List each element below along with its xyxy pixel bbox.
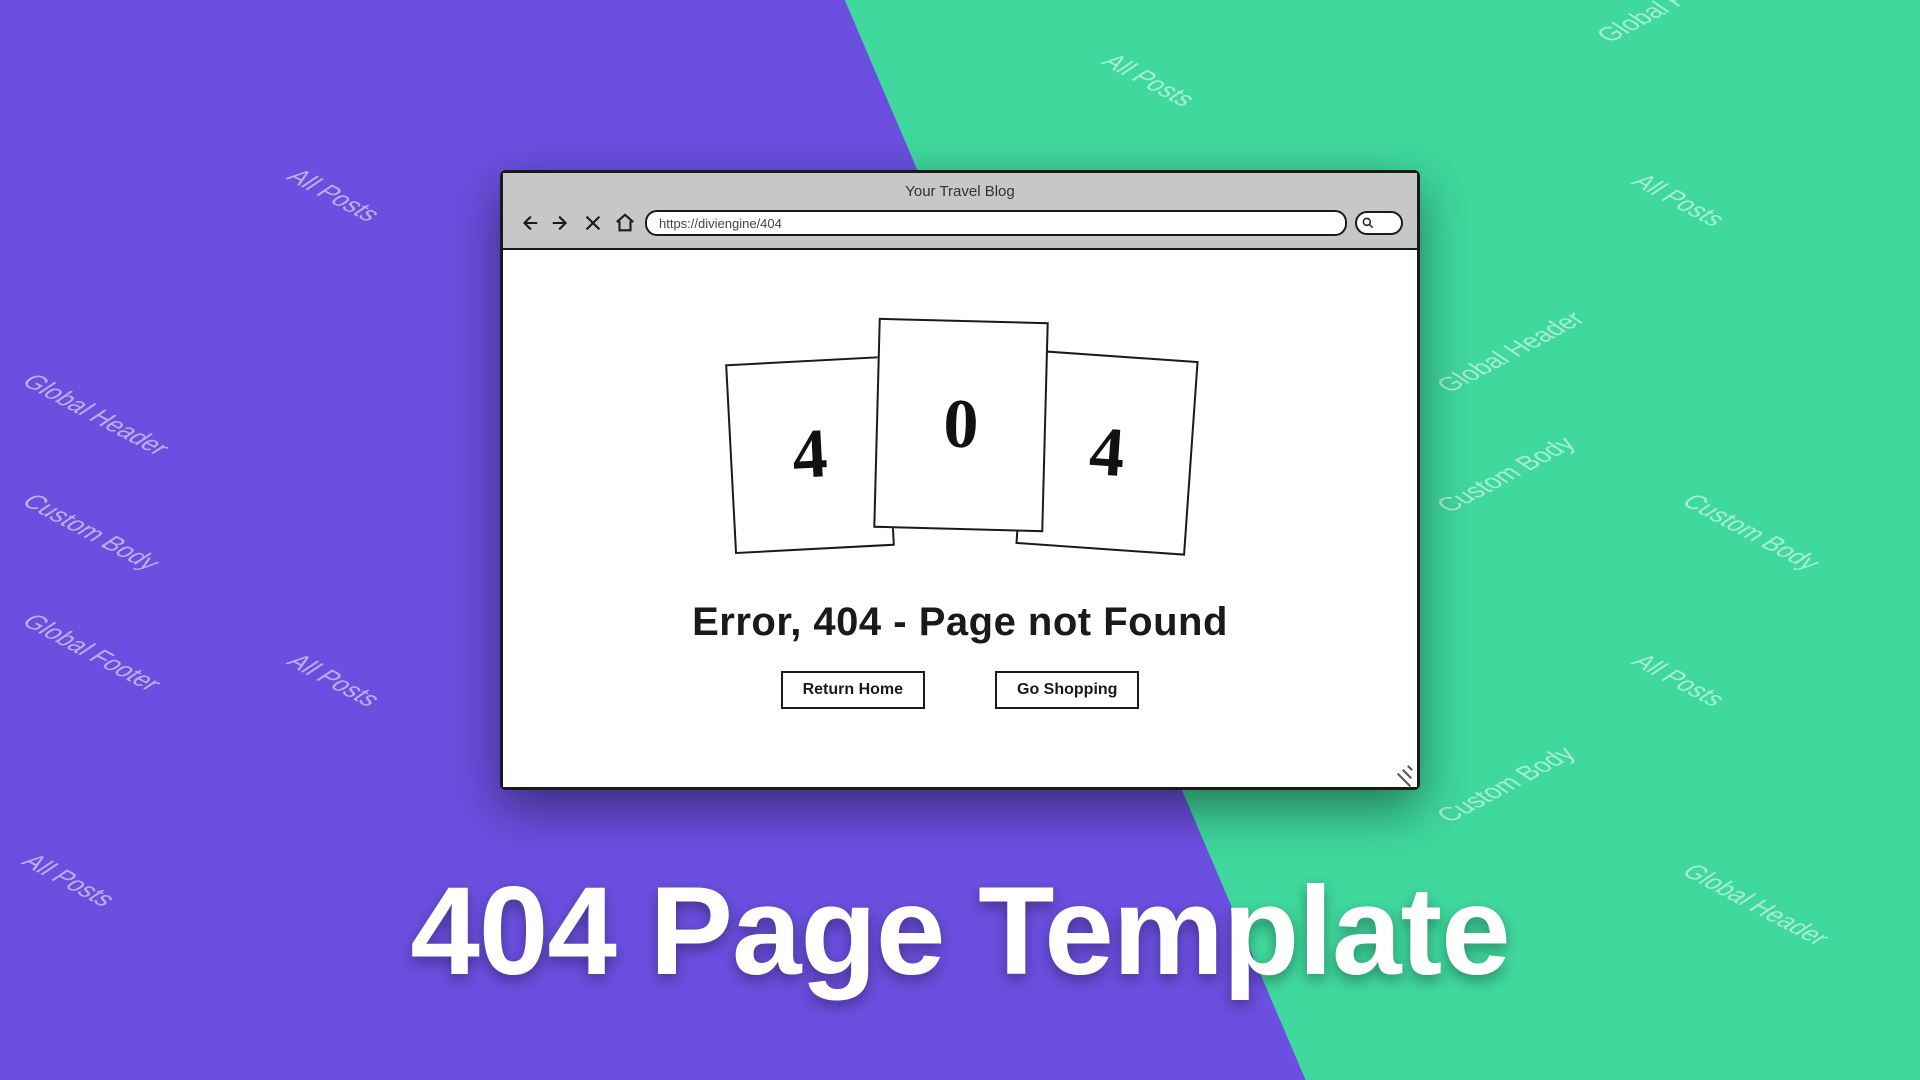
back-arrow-icon[interactable] xyxy=(517,212,541,234)
url-bar[interactable]: https://diviengine/404 xyxy=(645,210,1347,236)
error-cards: 4 4 0 xyxy=(710,320,1210,560)
browser-window: Your Travel Blog https://diviengine/404 xyxy=(500,170,1420,790)
browser-chrome: Your Travel Blog https://diviengine/404 xyxy=(503,173,1417,250)
digit-card-0: 0 xyxy=(873,318,1048,532)
digit-card-4-left: 4 xyxy=(725,356,895,554)
url-text: https://diviengine/404 xyxy=(659,216,782,231)
page-content: 4 4 0 Error, 404 - Page not Found Return… xyxy=(503,250,1417,787)
error-message: Error, 404 - Page not Found xyxy=(692,600,1228,645)
button-row: Return Home Go Shopping xyxy=(781,671,1140,709)
return-home-button[interactable]: Return Home xyxy=(781,671,925,709)
home-icon[interactable] xyxy=(613,212,637,234)
resize-grip-icon xyxy=(1395,765,1413,783)
search-button[interactable] xyxy=(1355,211,1403,235)
browser-title: Your Travel Blog xyxy=(517,183,1403,200)
forward-arrow-icon[interactable] xyxy=(549,212,573,234)
headline: 404 Page Template xyxy=(0,860,1920,1003)
go-shopping-button[interactable]: Go Shopping xyxy=(995,671,1139,709)
stop-x-icon[interactable] xyxy=(581,212,605,234)
browser-toolbar: https://diviengine/404 xyxy=(517,210,1403,236)
